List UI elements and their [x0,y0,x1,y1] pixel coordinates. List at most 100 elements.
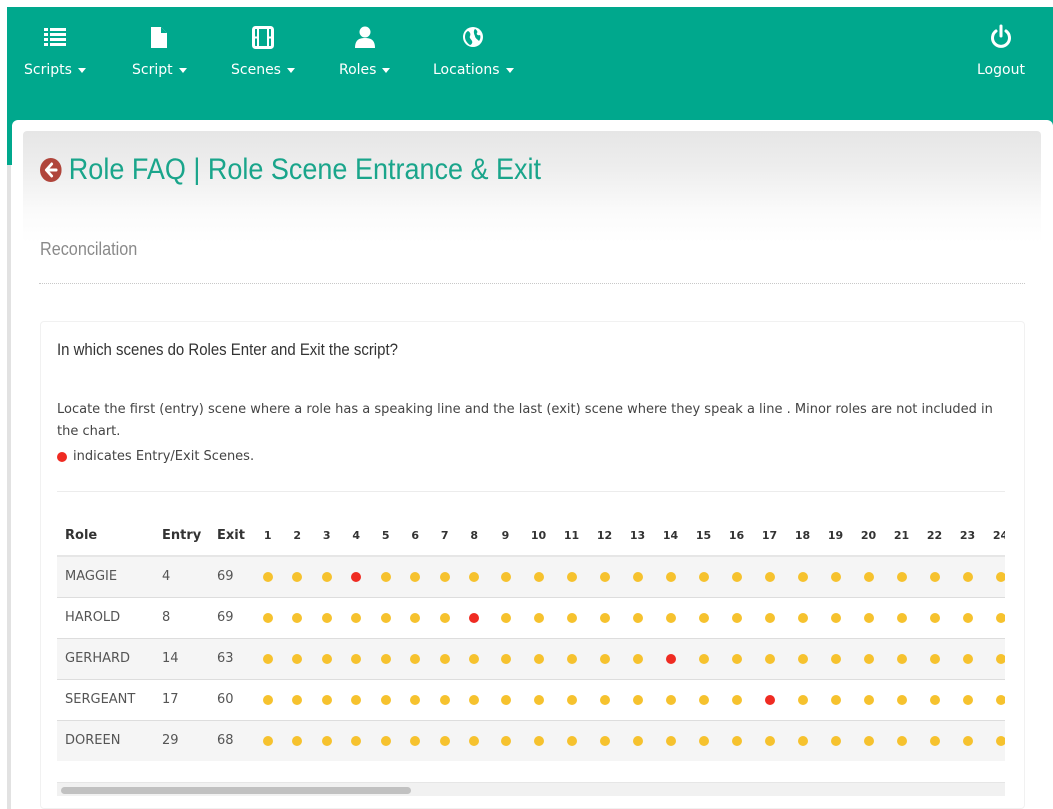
scene-dot-icon [896,571,907,582]
scene-dot-icon [321,735,332,746]
scene-dot-icon [797,653,808,664]
scene-cell [489,555,522,597]
caret-down-icon [505,67,514,73]
left-border [7,165,11,809]
nav-script[interactable]: Script [132,23,187,78]
scene-cell [852,678,885,720]
scene-dot-icon [439,612,450,623]
scene-cell [951,555,984,597]
page-title-text: Role FAQ | Role Scene Entrance & Exit [68,153,542,186]
cell-exit: 63 [209,637,253,679]
scene-dot-icon [632,612,643,623]
nav-roles[interactable]: Roles [339,23,391,78]
scene-cell [400,719,430,761]
scene-dot-icon [665,612,676,623]
scene-cell [430,555,460,597]
scene-cell [885,678,918,720]
header-scene: 11 [555,516,588,557]
header-scene: 3 [312,516,342,557]
scene-dot-icon [665,735,676,746]
cell-exit: 69 [209,596,253,638]
scene-dot-icon [292,653,303,664]
scene-dot-icon [410,653,421,664]
scene-dot-icon [351,694,362,705]
scene-cell [687,637,720,679]
scene-cell [621,719,654,761]
scene-cell [984,555,1005,597]
entry-exit-table: Role Entry Exit 1 2 3 4 5 6 7 8 9 10 11 12 13 14 15 16 1… [57,516,1005,761]
scene-cell [852,596,885,638]
scene-dot-icon [599,694,610,705]
nav-locations[interactable]: Locations [433,23,514,78]
scene-dot-icon [962,571,973,582]
scene-dot-icon [500,653,511,664]
nav-scripts[interactable]: Scripts [24,23,86,78]
scene-cell [522,637,555,679]
scene-dot-icon [764,653,775,664]
scrollbar-thumb[interactable] [61,787,411,794]
scene-dot-icon [830,694,841,705]
logout-button[interactable]: Logout [977,23,1025,78]
scene-cell [555,555,588,597]
scene-cell [621,637,654,679]
entry-exit-dot-icon [469,612,480,623]
scene-dot-icon [599,653,610,664]
entry-exit-dot-icon [351,571,362,582]
scene-cell [312,678,342,720]
scene-cell [253,719,283,761]
scene-dot-icon [896,612,907,623]
header-scene: 19 [819,516,852,557]
scene-dot-icon [380,571,391,582]
scene-dot-icon [533,612,544,623]
scene-dot-icon [469,694,480,705]
entry-exit-dot-icon [665,653,676,664]
card-title: In which scenes do Roles Enter and Exit … [57,340,398,359]
scene-dot-icon [698,735,709,746]
scene-dot-icon [351,653,362,664]
cell-entry: 17 [154,678,209,720]
scene-dot-icon [533,694,544,705]
header-scene: 18 [786,516,819,557]
scene-cell [654,596,687,638]
scene-dot-icon [995,735,1005,746]
scene-cell [621,555,654,597]
scene-dot-icon [533,735,544,746]
header-scene: 12 [588,516,621,557]
scene-dot-icon [632,653,643,664]
scene-cell [555,596,588,638]
scene-cell [430,596,460,638]
scene-cell [753,555,786,597]
scene-dot-icon [698,653,709,664]
scene-dot-icon [896,735,907,746]
back-arrow-icon[interactable] [40,158,62,182]
scene-cell [786,678,819,720]
list-icon [43,28,66,46]
scene-cell [852,719,885,761]
scene-cell [885,596,918,638]
header-scene: 17 [753,516,786,557]
horizontal-scrollbar[interactable] [57,782,1005,796]
scene-dot-icon [469,571,480,582]
scene-cell [951,678,984,720]
scene-dot-icon [380,735,391,746]
header-exit: Exit [209,516,253,557]
scene-cell [253,637,283,679]
header-scene: 15 [687,516,720,557]
caret-down-icon [286,67,295,73]
cell-entry: 14 [154,637,209,679]
header-scene: 10 [522,516,555,557]
scene-cell [522,678,555,720]
nav-scenes[interactable]: Scenes [231,23,295,78]
scene-cell [489,719,522,761]
page-subtitle: Reconcilation [40,239,138,259]
scene-dot-icon [566,735,577,746]
scene-dot-icon [929,735,940,746]
scene-dot-icon [500,735,511,746]
scene-dot-icon [665,571,676,582]
scene-dot-icon [995,571,1005,582]
header-entry: Entry [154,516,209,557]
scene-cell [984,637,1005,679]
scene-cell [588,719,621,761]
logout-label: Logout [977,62,1025,78]
scene-cell [282,678,312,720]
